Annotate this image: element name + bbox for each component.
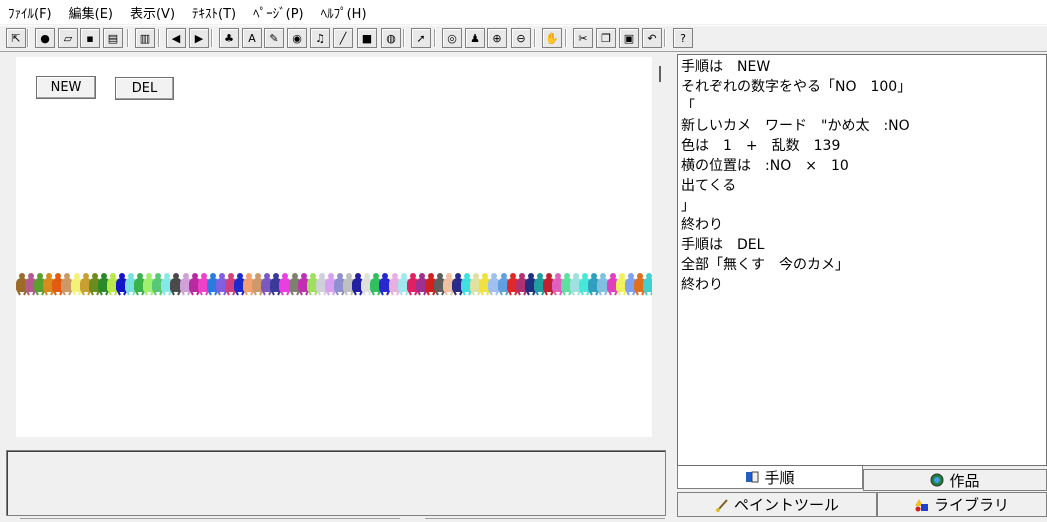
stamp-icon[interactable]: ♟: [465, 28, 485, 48]
toolbar-separator: [158, 29, 160, 47]
zoom-out-icon[interactable]: ⊖: [511, 28, 531, 48]
turtle-row: [16, 271, 655, 298]
save-disk-icon[interactable]: ▪: [80, 28, 100, 48]
tab-procedure[interactable]: 手順: [677, 466, 863, 489]
code-line: 手順は DEL: [681, 237, 765, 254]
code-line: 手順は NEW: [681, 59, 771, 75]
menu-item-4[interactable]: ﾍﾟｰｼﾞ(P): [253, 3, 303, 22]
eye-icon[interactable]: ◎: [442, 28, 462, 48]
code-line: 終わり: [681, 217, 723, 234]
stop-hand-icon[interactable]: ✋: [542, 28, 562, 48]
toolbar: ⇱ ● ▱ ▪ ▤ ▥ ◀ ▶ ♣ A ✎ ◉ ♫ ╱ ■ ◍ ➚ ◎ ♟ ⊕ ⊖ ✋ ✂ ❐ ▣ ↶?: [0, 25, 1047, 52]
tab-library[interactable]: ライブラリ: [877, 492, 1047, 517]
code-line: 新しいカメ ワード "かめ太 :NO: [681, 118, 910, 135]
toolbar-separator: [565, 29, 567, 47]
menu-item-3[interactable]: ﾃｷｽﾄ(T): [192, 3, 236, 22]
toolbar-separator: [403, 29, 405, 47]
menu-item-0[interactable]: ﾌｧｲﾙ(F): [8, 3, 52, 22]
brush-icon: [715, 498, 729, 512]
message-pane: [6, 450, 666, 516]
book-icon: [745, 470, 759, 484]
help-icon[interactable]: ?: [673, 28, 693, 48]
app-window: ﾌｧｲﾙ(F) 編集(E) 表示(V) ﾃｷｽﾄ(T) ﾍﾟｰｼﾞ(P) ﾍﾙﾌﾟ(H) …: [0, 0, 1047, 522]
menu-item-5[interactable]: ﾍﾙﾌﾟ(H): [321, 3, 367, 22]
menu-bar: ﾌｧｲﾙ(F) 編集(E) 表示(V) ﾃｷｽﾄ(T) ﾍﾟｰｼﾞ(P) ﾍﾙﾌﾟ(H): [0, 0, 1047, 24]
toolbar-separator: [127, 29, 129, 47]
copy-icon[interactable]: ❐: [596, 28, 616, 48]
tab-works[interactable]: 作品: [863, 469, 1047, 491]
code-line: 」: [681, 197, 695, 214]
code-line: 全部「無くす 今のカメ」: [681, 256, 849, 273]
cut-icon[interactable]: ✂: [573, 28, 593, 48]
splitter[interactable]: [668, 54, 676, 522]
menu-item-2[interactable]: 表示(V): [130, 3, 175, 22]
tab-procedure-label: 手順: [764, 468, 795, 487]
code-line: 「: [681, 98, 695, 115]
code-line: 終わり: [681, 276, 723, 293]
del-button[interactable]: DEL: [115, 77, 174, 100]
toolbar-separator: [434, 29, 436, 47]
pointer-icon[interactable]: ➚: [411, 28, 431, 48]
video-camera-icon[interactable]: ■: [357, 28, 377, 48]
print-icon[interactable]: ▤: [103, 28, 123, 48]
scrollbar-thumb[interactable]: [659, 66, 661, 82]
left-margin: [0, 57, 16, 445]
turtle-canvas[interactable]: NEW DEL: [16, 57, 655, 437]
new-button[interactable]: NEW: [36, 76, 96, 99]
toolbar-separator: [211, 29, 213, 47]
code-line: 色は 1 + 乱数 139: [681, 138, 841, 155]
undo-icon[interactable]: ↶: [642, 28, 662, 48]
procedure-editor[interactable]: 手順は NEW それぞれの数字をやる「NO 100」「新しいカメ ワード "かめ太…: [677, 54, 1047, 466]
toolbar-separator: [534, 29, 536, 47]
canvas-bottom-edge: [16, 437, 652, 445]
tab-paint-tool-label: ペイントツール: [733, 496, 839, 514]
canvas-vertical-scrollbar[interactable]: [652, 57, 666, 445]
paint-brush-icon[interactable]: ✎: [264, 28, 284, 48]
shapes-icon: [914, 498, 929, 512]
tab-paint-tool[interactable]: ペイントツール: [677, 492, 877, 517]
minimize-tool-icon[interactable]: ⇱: [6, 28, 26, 48]
music-note-icon[interactable]: ♫: [310, 28, 330, 48]
paste-icon[interactable]: ▣: [619, 28, 639, 48]
tab-library-label: ライブラリ: [933, 496, 1009, 514]
turtle-icon[interactable]: ♣: [219, 28, 239, 48]
code-line: それぞれの数字をやる「NO 100」: [681, 78, 912, 95]
toolbar-separator: [664, 29, 666, 47]
globe-icon: [930, 473, 944, 487]
text-a-icon[interactable]: A: [242, 28, 262, 48]
world-map-icon[interactable]: ◍: [381, 28, 401, 48]
toolbar-separator: [27, 29, 29, 47]
open-folder-icon[interactable]: ▱: [58, 28, 78, 48]
horizontal-scrollbar-right[interactable]: [425, 518, 665, 522]
arrow-left-icon[interactable]: ◀: [166, 28, 186, 48]
zoom-in-icon[interactable]: ⊕: [487, 28, 507, 48]
code-line: 横の位置は :NO × 10: [681, 157, 849, 174]
arrow-right-icon[interactable]: ▶: [189, 28, 209, 48]
horizontal-scrollbar[interactable]: [20, 518, 400, 522]
menu-item-1[interactable]: 編集(E): [69, 3, 113, 22]
eraser-icon[interactable]: ◉: [287, 28, 307, 48]
globe-icon[interactable]: ●: [35, 28, 55, 48]
tab-works-label: 作品: [949, 471, 980, 490]
layout-icon[interactable]: ▥: [135, 28, 155, 48]
pen-icon[interactable]: ╱: [333, 28, 353, 48]
code-line: 出てくる: [681, 177, 737, 194]
